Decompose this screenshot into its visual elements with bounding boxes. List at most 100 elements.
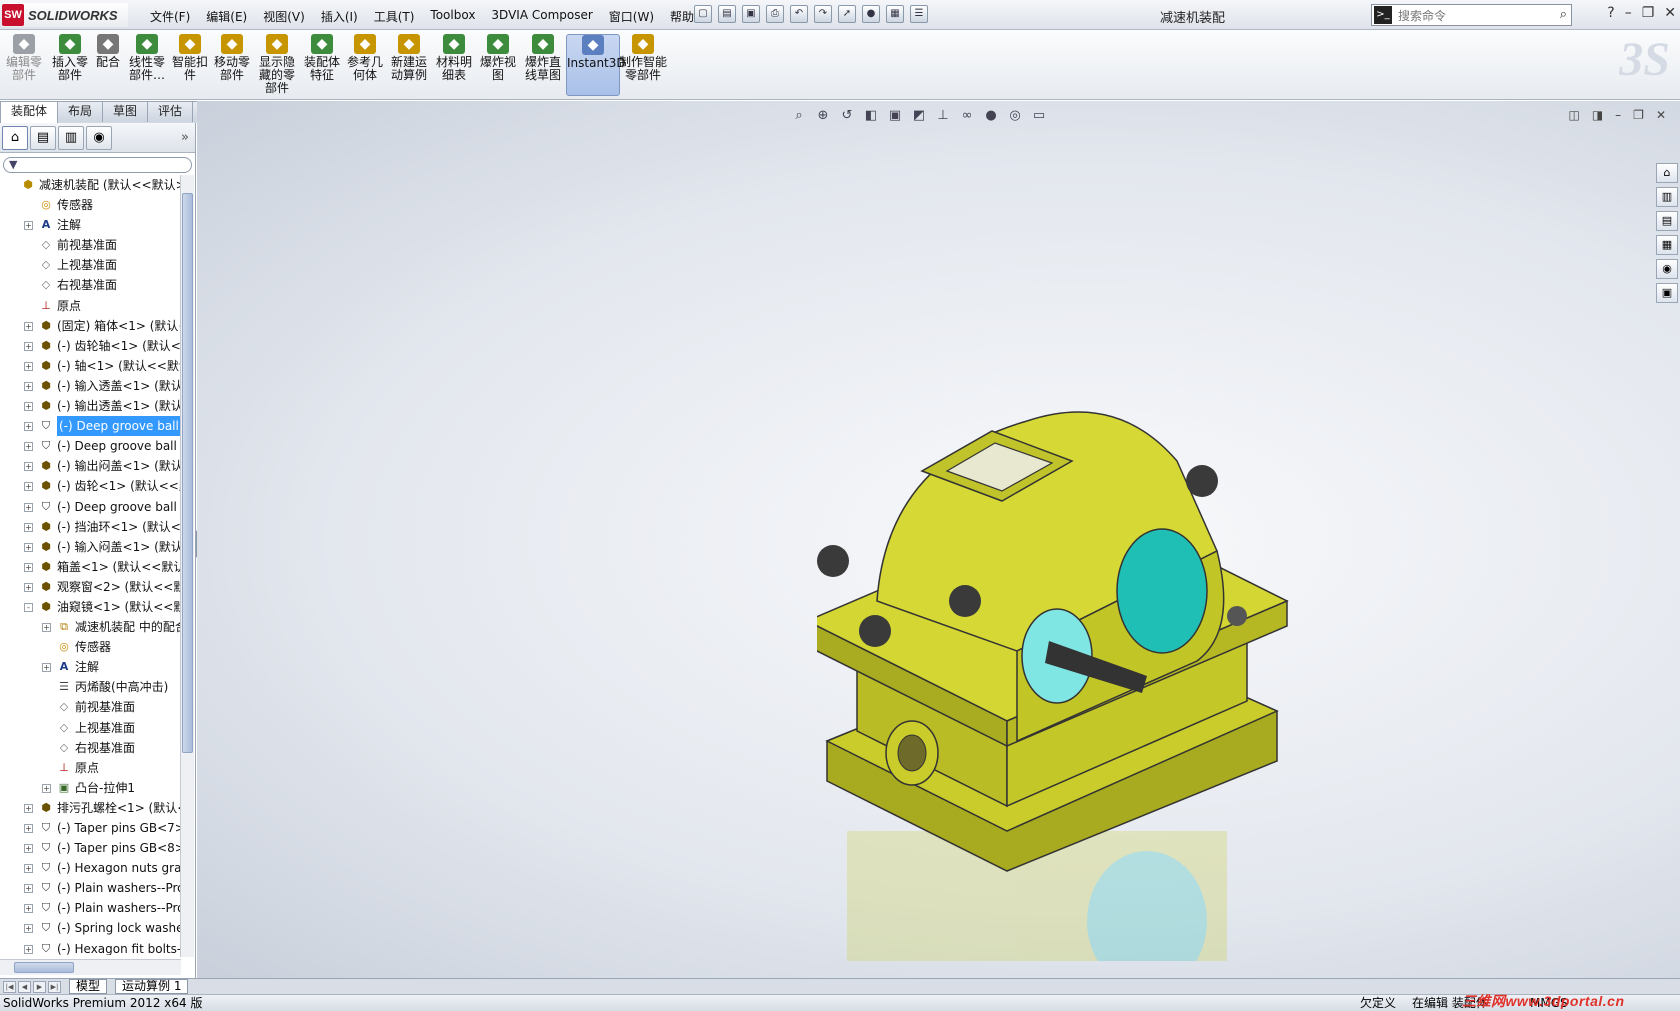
expand-toggle-icon[interactable]: + <box>24 803 33 813</box>
zoom-to-area-icon[interactable]: ⊕ <box>814 107 832 125</box>
last-tab-icon[interactable]: ▶| <box>48 980 61 993</box>
expand-toggle-icon[interactable]: + <box>24 582 33 592</box>
tree-item[interactable]: + ⬢ (-) 挡油环<1> (默认<<默认 <box>0 517 181 537</box>
viewport-split-h-icon[interactable]: ◫ <box>1568 108 1579 122</box>
expand-toggle-icon[interactable]: + <box>24 944 33 954</box>
open-folder-icon[interactable]: ▤ <box>718 5 736 23</box>
ribbon-button[interactable]: ◆ 新建运动算例 <box>386 34 432 96</box>
design-library-icon[interactable]: ▥ <box>1656 187 1678 207</box>
tree-item[interactable]: + ⛉ (-) Plain washers--Produ <box>0 898 181 918</box>
tree-item[interactable]: + ⛉ (-) Deep groove ball be <box>0 436 181 456</box>
expand-toggle-icon[interactable]: + <box>24 542 33 552</box>
first-tab-icon[interactable]: |◀ <box>3 980 16 993</box>
apply-scene-icon[interactable]: ● <box>982 107 1000 125</box>
ribbon-button[interactable]: ◆ Instant3D <box>566 34 626 96</box>
tree-item[interactable]: + ⬢ 观察窗<2> (默认<<默认> <box>0 577 181 597</box>
section-view-icon[interactable]: ◧ <box>862 107 880 125</box>
menu-item[interactable]: 文件(F) <box>142 8 198 25</box>
tree-item[interactable]: ⊥ 原点 <box>0 296 181 316</box>
tree-item[interactable]: + ⧉ 减速机装配 中的配合 <box>0 617 181 637</box>
display-style-icon[interactable]: ◩ <box>910 107 928 125</box>
expand-toggle-icon[interactable]: + <box>24 502 33 512</box>
expand-chevron-icon[interactable]: » <box>181 130 189 145</box>
zoom-to-fit-icon[interactable]: ⌕ <box>790 107 808 125</box>
tree-item[interactable]: ◇ 前视基准面 <box>0 697 181 717</box>
ribbon-button[interactable]: ◆ 装配体特征 <box>300 34 344 96</box>
tree-item[interactable]: ☰ 丙烯酸(中高冲击) <box>0 677 181 697</box>
hide-show-items-icon[interactable]: ⊥ <box>934 107 952 125</box>
tree-item[interactable]: ◇ 上视基准面 <box>0 718 181 738</box>
menu-item[interactable]: 视图(V) <box>255 8 313 25</box>
tree-item[interactable]: -⬢ 油窥镜<1> (默认<<默认> <box>0 597 181 617</box>
print-icon[interactable]: ⎙ <box>766 5 784 23</box>
expand-toggle-icon[interactable]: + <box>24 442 33 452</box>
ribbon-button[interactable]: ◆ 配合 <box>92 34 124 96</box>
expand-toggle-icon[interactable]: + <box>24 864 33 874</box>
menu-item[interactable]: 3DVIA Composer <box>483 8 600 25</box>
command-tab[interactable]: 草图 <box>102 101 149 122</box>
bottom-tab[interactable]: 模型 <box>69 979 108 994</box>
ribbon-button[interactable]: ◆ 线性零部件… <box>124 34 170 96</box>
tree-item[interactable]: + ⬢ (-) 齿轮轴<1> (默认<<默认 <box>0 336 181 356</box>
view-palette-icon[interactable]: ▦ <box>1656 235 1678 255</box>
tree-item[interactable]: + ⛉ (-) Hexagon fit bolts--Pr <box>0 939 181 955</box>
expand-toggle-icon[interactable]: + <box>24 462 33 472</box>
expand-toggle-icon[interactable]: + <box>24 381 33 391</box>
feature-manager-tab-icon[interactable]: ⌂ <box>2 125 28 150</box>
expand-toggle-icon[interactable]: + <box>24 482 33 492</box>
expand-toggle-icon[interactable]: + <box>24 562 33 572</box>
prev-tab-icon[interactable]: ◀ <box>18 980 31 993</box>
previous-view-icon[interactable]: ↺ <box>838 107 856 125</box>
rebuild-icon[interactable]: ● <box>862 5 880 23</box>
search-commands[interactable]: >_ 搜索命令 ⌕ <box>1371 4 1572 26</box>
next-tab-icon[interactable]: ▶ <box>33 980 46 993</box>
file-explorer-icon[interactable]: ▤ <box>1656 211 1678 231</box>
tree-item[interactable]: + ⛉ (-) Taper pins GB<7> ( <box>0 818 181 838</box>
help-icon[interactable]: ? <box>1607 5 1614 21</box>
expand-toggle-icon[interactable]: + <box>24 321 33 331</box>
save-icon[interactable]: ▣ <box>742 5 760 23</box>
ribbon-button[interactable]: ◆ 插入零部件 <box>48 34 92 96</box>
tree-item[interactable]: + ⬢ (-) 输出透盖<1> (默认<<默 <box>0 396 181 416</box>
view-settings-icon[interactable]: ◎ <box>1006 107 1024 125</box>
menu-item[interactable]: Toolbox <box>422 8 483 25</box>
redo-icon[interactable]: ↷ <box>814 5 832 23</box>
tree-item[interactable]: + ⬢ (-) 输出闷盖<1> (默认<<默 <box>0 456 181 476</box>
tree-vertical-scrollbar[interactable] <box>180 175 194 957</box>
ribbon-button[interactable]: ◆ 材料明细表 <box>432 34 476 96</box>
command-tab[interactable]: 评估 <box>147 101 194 122</box>
expand-toggle-icon[interactable]: + <box>24 884 33 894</box>
ribbon-button[interactable]: ◆ 显示隐藏的零部件 <box>254 34 300 96</box>
edit-appearance-icon[interactable]: ∞ <box>958 107 976 125</box>
ribbon-button[interactable]: ◆ 智能扣件 <box>170 34 210 96</box>
tree-item[interactable]: ◇ 右视基准面 <box>0 738 181 758</box>
viewport-restore-icon[interactable]: ❐ <box>1633 108 1644 122</box>
configuration-manager-tab-icon[interactable]: ▥ <box>58 125 84 150</box>
tree-item[interactable]: ⊥ 原点 <box>0 758 181 778</box>
expand-toggle-icon[interactable]: + <box>24 844 33 854</box>
viewport-split-v-icon[interactable]: ◨ <box>1592 108 1603 122</box>
expand-toggle-icon[interactable]: + <box>24 422 33 432</box>
ribbon-button[interactable]: ◆ 爆炸直线草图 <box>520 34 566 96</box>
menu-item[interactable]: 编辑(E) <box>198 8 255 25</box>
expand-toggle-icon[interactable]: + <box>24 924 33 934</box>
tree-item[interactable]: + ⬢ (-) 输入透盖<1> (默认<<默 <box>0 376 181 396</box>
expand-toggle-icon[interactable]: + <box>42 623 51 633</box>
tree-item[interactable]: + ⬢ 箱盖<1> (默认<<默认>_显 <box>0 557 181 577</box>
expand-toggle-icon[interactable]: + <box>42 663 51 673</box>
tree-horizontal-scrollbar[interactable] <box>0 959 181 975</box>
expand-toggle-icon[interactable]: + <box>24 341 33 351</box>
appearances-icon[interactable]: ◉ <box>1656 259 1678 279</box>
tree-item[interactable]: + A 注解 <box>0 657 181 677</box>
property-manager-tab-icon[interactable]: ▤ <box>30 125 56 150</box>
tree-item[interactable]: + ⬢ (-) 轴<1> (默认<<默认>_显 <box>0 356 181 376</box>
tree-item[interactable]: + ⛉ (-) Deep groove ball be <box>0 497 181 517</box>
new-document-icon[interactable]: ▢ <box>694 5 712 23</box>
graphics-area[interactable] <box>197 101 1680 978</box>
command-tab[interactable]: 布局 <box>57 101 104 122</box>
solidworks-resources-icon[interactable]: ⌂ <box>1656 163 1678 183</box>
menu-item[interactable]: 工具(T) <box>366 8 423 25</box>
tree-item[interactable]: ◇ 右视基准面 <box>0 275 181 295</box>
ribbon-button[interactable]: ◆ 编辑零部件 <box>2 34 46 96</box>
viewport-close-icon[interactable]: ✕ <box>1656 108 1666 122</box>
